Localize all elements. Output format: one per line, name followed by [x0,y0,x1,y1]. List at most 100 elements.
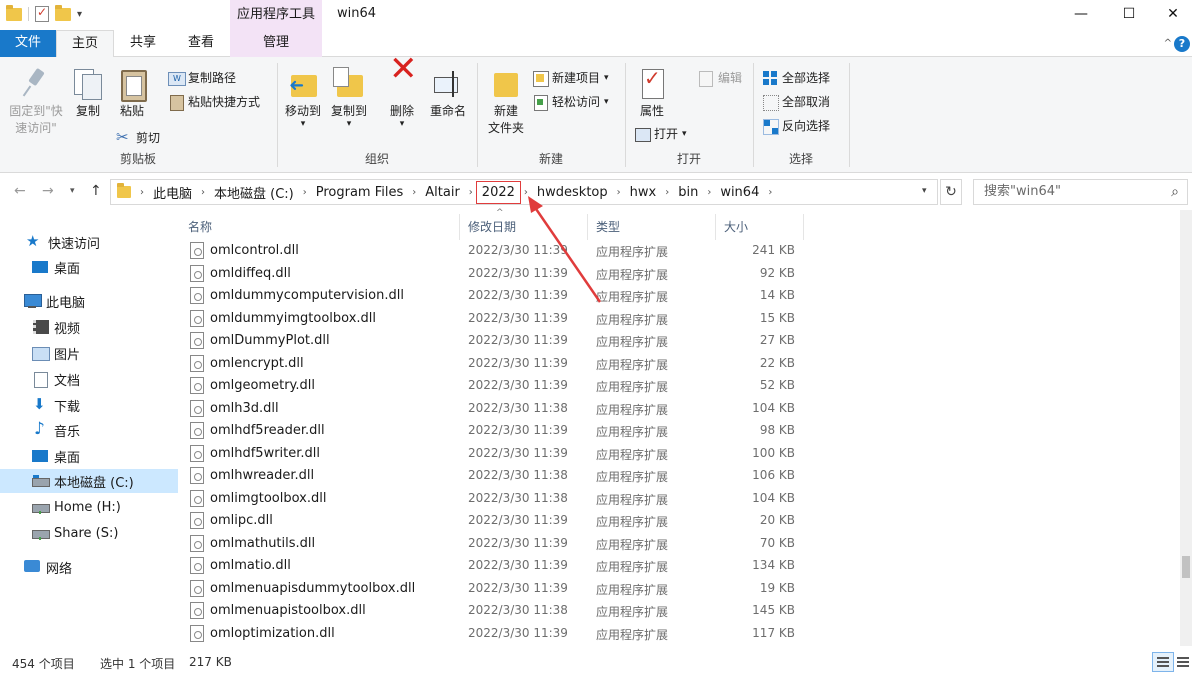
nav-item-downloads[interactable]: 下载 [0,393,178,417]
copy-to-button[interactable]: 复制到 ▾ [328,67,370,129]
breadcrumb-program-files[interactable]: Program Files [310,185,410,200]
new-folder-icon[interactable] [55,4,71,21]
paste-shortcut-button[interactable]: 粘贴快捷方式 [168,93,260,111]
select-all-button[interactable]: 全部选择 [762,69,830,86]
column-header-type[interactable]: 类型 [588,214,716,240]
file-row[interactable]: omldiffeq.dll 2022/3/30 11:39 应用程序扩展 92 KB [180,263,1180,285]
column-header-size[interactable]: 大小 [716,214,804,240]
address-dropdown-icon[interactable]: ▾ [922,186,927,196]
file-row[interactable]: omloptimization.dll 2022/3/30 11:39 应用程序扩展… [180,623,1180,645]
breadcrumb-altair[interactable]: Altair [419,185,466,200]
file-row[interactable]: omlh3d.dll 2022/3/30 11:38 应用程序扩展 104 KB [180,398,1180,420]
forward-arrow-icon[interactable]: → [42,183,54,199]
pin-to-quick-access-button[interactable]: 固定到"快 速访问" [4,67,68,137]
file-row[interactable]: omlhwreader.dll 2022/3/30 11:38 应用程序扩展 106 … [180,465,1180,487]
chevron-right-icon[interactable]: › [521,187,531,198]
file-row[interactable]: omlmenuapistoolbox.dll 2022/3/30 11:38 应用程… [180,600,1180,622]
nav-item-pictures[interactable]: 图片 [0,341,178,365]
nav-item-this-pc[interactable]: 此电脑 [0,289,178,313]
close-button[interactable]: ✕ [1150,0,1192,30]
expand-ribbon-icon[interactable]: ^ [1164,38,1172,49]
new-item-button[interactable]: 新建项目 ▾ [532,69,609,87]
details-view-button[interactable] [1152,652,1174,672]
file-row[interactable]: omlcontrol.dll 2022/3/30 11:39 应用程序扩展 241 K… [180,240,1180,262]
file-row[interactable]: omlmathutils.dll 2022/3/30 11:39 应用程序扩展 70 … [180,533,1180,555]
refresh-button[interactable]: ↻ [940,179,962,205]
maximize-button[interactable]: ☐ [1106,0,1152,30]
file-row[interactable]: omlhdf5reader.dll 2022/3/30 11:39 应用程序扩展 98… [180,420,1180,442]
properties-icon[interactable] [35,5,49,22]
nav-item-videos[interactable]: 视频 [0,315,178,339]
up-arrow-icon[interactable]: ↑ [90,183,102,199]
tab-home[interactable]: 主页 [56,30,114,58]
help-icon[interactable]: ? [1174,36,1190,52]
breadcrumb-2022[interactable]: 2022 [475,180,521,204]
breadcrumb-this-pc[interactable]: 此电脑 [147,183,198,202]
chevron-right-icon[interactable]: › [466,187,476,198]
qat-dropdown-icon[interactable]: ▾ [77,9,82,20]
file-row[interactable]: omlencrypt.dll 2022/3/30 11:39 应用程序扩展 22 KB [180,353,1180,375]
file-row[interactable]: omlmenuapisdummytoolbox.dll 2022/3/30 11:… [180,578,1180,600]
edit-icon [698,70,714,87]
column-header-name[interactable]: 名称 [180,214,460,240]
file-row[interactable]: omlimgtoolbox.dll 2022/3/30 11:38 应用程序扩展 10… [180,488,1180,510]
nav-item-quick-access[interactable]: 快速访问 [0,230,178,254]
file-row[interactable]: omlipc.dll 2022/3/30 11:39 应用程序扩展 20 KB [180,510,1180,532]
rename-button[interactable]: 重命名 [426,67,470,120]
file-row[interactable]: omlhdf5writer.dll 2022/3/30 11:39 应用程序扩展 10… [180,443,1180,465]
file-row[interactable]: omlmatio.dll 2022/3/30 11:39 应用程序扩展 134 KB [180,555,1180,577]
breadcrumb-hwx[interactable]: hwx [624,185,663,200]
delete-button[interactable]: 删除 ▾ [382,61,422,129]
nav-item-desktop[interactable]: 桌面 [0,444,178,468]
easy-access-button[interactable]: 轻松访问 ▾ [532,93,609,111]
breadcrumb-local-disk[interactable]: 本地磁盘 (C:) [208,183,300,202]
tab-file[interactable]: 文件 [0,30,56,57]
open-button[interactable]: 打开 ▾ [634,125,687,142]
chevron-right-icon[interactable]: › [409,187,419,198]
new-folder-button[interactable]: 新建 文件夹 [482,67,530,137]
properties-button[interactable]: 属性 [630,67,674,120]
nav-item-local-disk[interactable]: 本地磁盘 (C:) [0,469,178,493]
nav-item-network[interactable]: 网络 [0,555,178,579]
copy-button[interactable]: 复制 [70,67,106,120]
large-icons-view-button[interactable] [1172,652,1192,672]
chevron-right-icon[interactable]: › [765,187,775,198]
chevron-right-icon[interactable]: › [662,187,672,198]
edit-button[interactable]: 编辑 [698,69,742,87]
vertical-scrollbar[interactable] [1180,210,1192,646]
tab-view[interactable]: 查看 [172,30,230,57]
move-to-button[interactable]: 移动到 ▾ [282,67,324,129]
nav-item-documents[interactable]: 文档 [0,367,178,391]
chevron-right-icon[interactable]: › [614,187,624,198]
nav-item-desktop[interactable]: 桌面 [0,255,178,279]
chevron-right-icon[interactable]: › [704,187,714,198]
invert-selection-button[interactable]: 反向选择 [762,117,830,135]
search-input[interactable]: 搜索"win64" ⌕ [973,179,1188,205]
group-divider [849,63,850,167]
breadcrumb-hwdesktop[interactable]: hwdesktop [531,185,614,200]
nav-item-music[interactable]: 音乐 [0,418,178,442]
address-bar[interactable]: › 此电脑 › 本地磁盘 (C:) › Program Files › Alta… [110,179,938,205]
file-row[interactable]: omlgeometry.dll 2022/3/30 11:39 应用程序扩展 52 K… [180,375,1180,397]
paste-button[interactable]: 粘贴 [114,67,150,120]
file-row[interactable]: omldummycomputervision.dll 2022/3/30 11:3… [180,285,1180,307]
back-arrow-icon[interactable]: ← [14,183,26,199]
scrollbar-thumb[interactable] [1182,556,1190,578]
tab-share[interactable]: 共享 [114,30,172,57]
recent-locations-icon[interactable]: ▾ [70,186,75,196]
file-row[interactable]: omlDummyPlot.dll 2022/3/30 11:39 应用程序扩展 27 … [180,330,1180,352]
column-header-date[interactable]: 修改日期 [460,214,588,240]
copy-path-button[interactable]: 复制路径 [168,69,236,86]
chevron-right-icon[interactable]: › [137,187,147,198]
cut-button[interactable]: 剪切 [116,128,160,146]
tab-manage[interactable]: 管理 [230,30,322,57]
chevron-right-icon[interactable]: › [198,187,208,198]
minimize-button[interactable]: — [1058,0,1104,30]
breadcrumb-bin[interactable]: bin [672,185,704,200]
nav-item-home-drive[interactable]: Home (H:) [0,495,178,519]
chevron-right-icon[interactable]: › [300,187,310,198]
select-none-button[interactable]: 全部取消 [762,93,830,111]
breadcrumb-win64[interactable]: win64 [714,185,765,200]
file-row[interactable]: omldummyimgtoolbox.dll 2022/3/30 11:39 应用程… [180,308,1180,330]
nav-item-share-drive[interactable]: Share (S:) [0,521,178,545]
